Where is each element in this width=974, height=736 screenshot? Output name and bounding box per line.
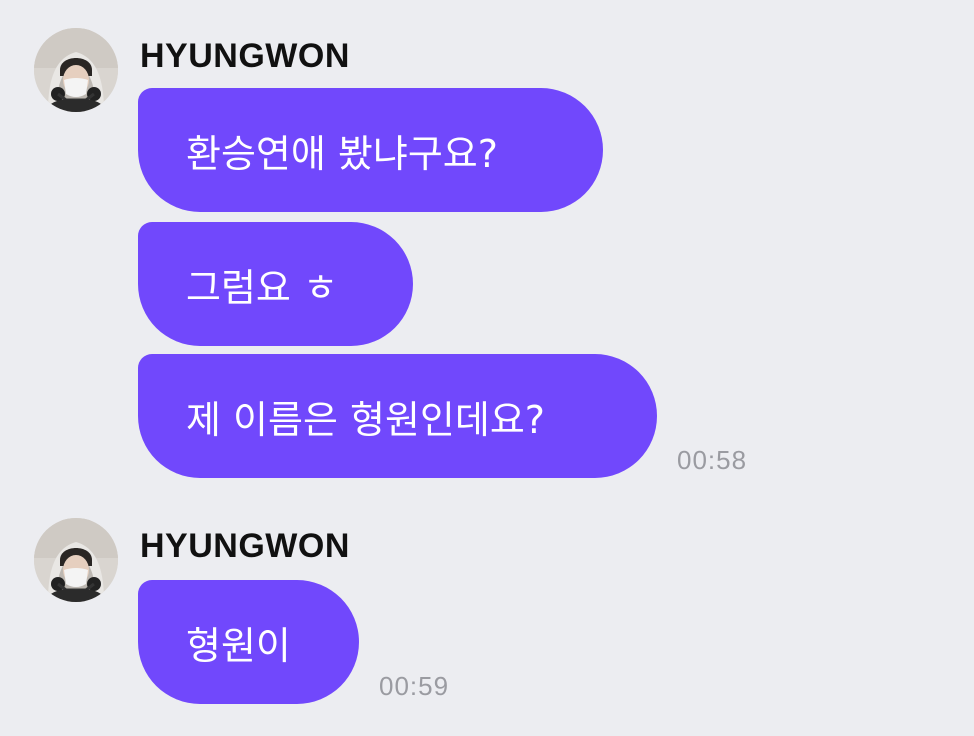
message-bubble[interactable]: 환승연애 봤냐구요? — [138, 88, 603, 212]
message-row: 제 이름은 형원인데요? 00:58 — [138, 354, 747, 478]
message-row: 형원이 00:59 — [138, 580, 449, 704]
avatar[interactable] — [34, 518, 118, 602]
profile-photo-icon — [34, 28, 118, 112]
message-bubble[interactable]: 그럼요 ㅎ — [138, 222, 413, 346]
profile-photo-icon — [34, 518, 118, 602]
sender-name: HYUNGWON — [140, 527, 350, 565]
message-row: 그럼요 ㅎ — [138, 222, 413, 346]
avatar[interactable] — [34, 28, 118, 112]
message-bubble[interactable]: 형원이 — [138, 580, 359, 704]
message-timestamp: 00:58 — [677, 445, 748, 475]
sender-name: HYUNGWON — [140, 37, 350, 75]
message-row: 환승연애 봤냐구요? — [138, 88, 603, 212]
message-bubble[interactable]: 제 이름은 형원인데요? — [138, 354, 657, 478]
message-timestamp: 00:59 — [379, 671, 450, 701]
